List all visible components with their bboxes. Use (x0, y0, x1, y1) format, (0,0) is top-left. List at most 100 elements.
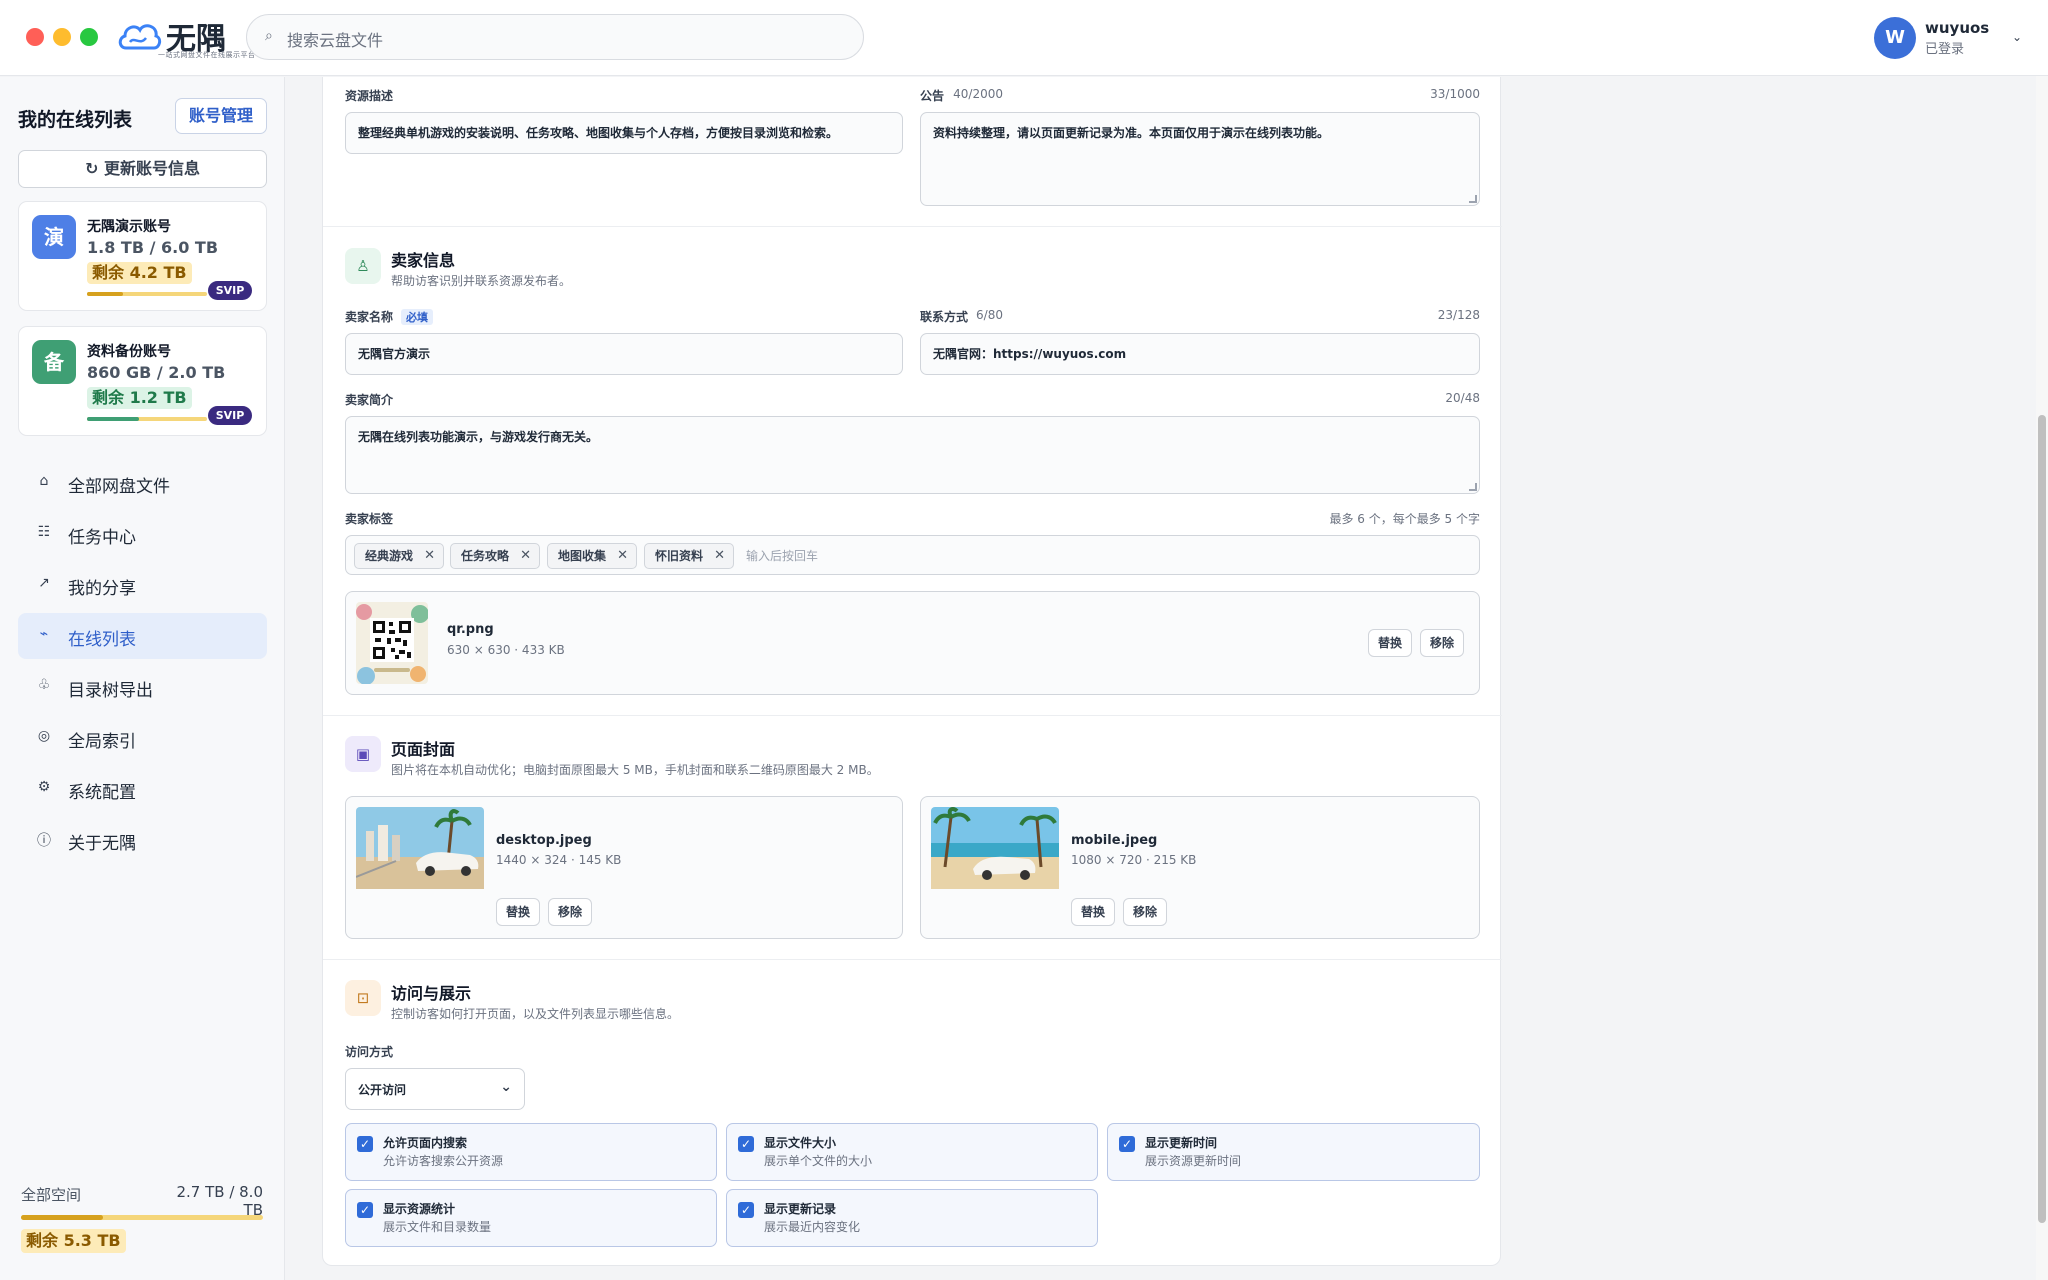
checkbox-checked-icon[interactable]: ✓ (357, 1136, 373, 1152)
mobile-replace-button[interactable]: 替换 (1071, 898, 1115, 926)
qr-remove-button[interactable]: 移除 (1420, 629, 1464, 657)
tag-chip: 经典游戏 ✕ (354, 543, 444, 569)
qr-replace-button[interactable]: 替换 (1368, 629, 1412, 657)
option-show-file-size[interactable]: ✓ 显示文件大小展示单个文件的大小 (726, 1123, 1098, 1181)
scrollbar-thumb[interactable] (2038, 415, 2046, 1223)
refresh-account-button[interactable]: ↻ 更新账号信息 (18, 150, 267, 188)
checkbox-checked-icon[interactable]: ✓ (738, 1136, 754, 1152)
desc-input[interactable]: 整理经典单机游戏的安装说明、任务攻略、地图收集与个人存档，方便按目录浏览和检索。 (345, 112, 903, 154)
option-show-changelog[interactable]: ✓ 显示更新记录展示最近内容变化 (726, 1189, 1098, 1247)
resize-handle-icon[interactable] (1469, 483, 1477, 491)
avatar[interactable]: W (1874, 17, 1916, 59)
option-title: 显示文件大小 (764, 1136, 837, 1150)
storage-bar (21, 1215, 263, 1220)
tag-label: 地图收集 (558, 549, 607, 563)
nav-system-config[interactable]: ⚙ 系统配置 (18, 766, 267, 812)
account-usage-fill (87, 292, 123, 296)
nav-all-files[interactable]: ⌂ 全部网盘文件 (18, 460, 267, 506)
svip-badge: SVIP (208, 281, 252, 300)
account-card[interactable]: 演 无隅演示账号 1.8 TB / 6.0 TB 剩余 4.2 TB SVIP (18, 201, 267, 311)
desktop-remove-button[interactable]: 移除 (548, 898, 592, 926)
desc-label: 资源描述 (345, 89, 394, 103)
list-icon: ☷ (37, 524, 51, 540)
window-minimize-button[interactable] (53, 28, 71, 46)
seller-intro-count: 20/48 (1445, 391, 1480, 405)
close-icon[interactable]: ✕ (424, 544, 435, 568)
nav-about[interactable]: ⓘ 关于无隅 (18, 817, 267, 863)
nav-task-center[interactable]: ☷ 任务中心 (18, 511, 267, 557)
online-list-icon: ⌁ (39, 626, 49, 642)
tag-label: 任务攻略 (461, 549, 510, 563)
tag-chip: 地图收集 ✕ (547, 543, 637, 569)
mobile-file-name: mobile.jpeg (1071, 833, 1158, 848)
contact-input[interactable]: 无隅官网：https://wuyuos.com (920, 333, 1480, 375)
index-icon: ◎ (37, 728, 51, 744)
seller-intro-textarea[interactable]: 无隅在线列表功能演示，与游戏发行商无关。 (345, 416, 1480, 494)
cover-section-title: 页面封面 (391, 740, 456, 759)
search-icon: ⌕ (265, 28, 273, 44)
section-divider (323, 226, 1502, 227)
gear-icon: ⚙ (37, 779, 51, 795)
desktop-cover-thumbnail (356, 807, 484, 889)
storage-remaining: 剩余 5.3 TB (21, 1229, 126, 1253)
seller-name-input[interactable]: 无隅官方演示 (345, 333, 903, 375)
nav-global-index[interactable]: ◎ 全局索引 (18, 715, 267, 761)
tags-input[interactable]: 经典游戏 ✕ 任务攻略 ✕ 地图收集 ✕ 怀旧资料 ✕ 输入后按回车 (345, 535, 1480, 575)
desktop-replace-button[interactable]: 替换 (496, 898, 540, 926)
app-tagline: 一站式网盘文件在线展示平台 (158, 51, 256, 59)
window-close-button[interactable] (26, 28, 44, 46)
option-subtitle: 允许访客搜索公开资源 (383, 1154, 504, 1168)
option-title: 显示更新记录 (764, 1202, 837, 1216)
qr-file-name: qr.png (447, 622, 494, 637)
chevron-down-icon: ⌄ (500, 1079, 512, 1095)
seller-section-title: 卖家信息 (391, 251, 456, 270)
account-avatar: 备 (32, 340, 76, 384)
close-icon[interactable]: ✕ (520, 544, 531, 568)
option-subtitle: 展示单个文件的大小 (764, 1154, 873, 1168)
seller-intro-label: 卖家简介 (345, 393, 394, 407)
account-usage-bar (87, 417, 207, 421)
user-icon: ♙ (345, 248, 381, 284)
nav-label: 关于无隅 (68, 834, 136, 854)
search-input[interactable]: ⌕ 搜索云盘文件 (246, 14, 864, 60)
option-show-update-time[interactable]: ✓ 显示更新时间 展示资源更新时间 (1107, 1123, 1480, 1181)
notice-textarea[interactable]: 资料持续整理，请以页面更新记录为准。本页面仅用于演示在线列表功能。 (920, 112, 1480, 206)
checkbox-checked-icon[interactable]: ✓ (357, 1202, 373, 1218)
user-name[interactable]: wuyuos (1925, 19, 1989, 37)
option-subtitle: 展示最近内容变化 (764, 1220, 861, 1234)
mobile-cover-card: mobile.jpeg 1080 × 720 · 215 KB 替换 移除 (920, 796, 1480, 939)
access-mode-select[interactable]: 公开访问 ⌄ (345, 1068, 525, 1110)
option-show-stats[interactable]: ✓ 显示资源统计展示文件和目录数量 (345, 1189, 717, 1247)
option-allow-search[interactable]: ✓ 允许页面内搜索 允许访客搜索公开资源 (345, 1123, 717, 1181)
account-card[interactable]: 备 资料备份账号 860 GB / 2.0 TB 剩余 1.2 TB SVIP (18, 326, 267, 436)
access-mode-value: 公开访问 (358, 1083, 407, 1097)
tag-chip: 怀旧资料 ✕ (644, 543, 734, 569)
user-status: 已登录 (1925, 42, 1965, 57)
access-section-subtitle: 控制访客如何打开页面，以及文件列表显示哪些信息。 (391, 1007, 680, 1021)
checkbox-checked-icon[interactable]: ✓ (1119, 1136, 1135, 1152)
account-usage-fill (87, 417, 139, 421)
close-icon[interactable]: ✕ (617, 544, 628, 568)
seller-intro-text: 无隅在线列表功能演示，与游戏发行商无关。 (358, 430, 599, 444)
option-subtitle: 展示文件和目录数量 (383, 1220, 492, 1234)
image-icon: ▣ (345, 736, 381, 772)
resize-handle-icon[interactable] (1469, 195, 1477, 203)
checkbox-checked-icon[interactable]: ✓ (738, 1202, 754, 1218)
chevron-down-icon[interactable]: ⌄ (2012, 30, 2022, 44)
account-capacity: 860 GB / 2.0 TB (87, 363, 226, 382)
nav-my-shares[interactable]: ↗ 我的分享 (18, 562, 267, 608)
account-manage-button[interactable]: 账号管理 (175, 98, 267, 134)
window-maximize-button[interactable] (80, 28, 98, 46)
option-title: 显示资源统计 (383, 1202, 456, 1216)
account-remaining: 剩余 4.2 TB (87, 262, 192, 284)
account-remaining: 剩余 1.2 TB (87, 387, 192, 409)
info-icon: ⓘ (37, 833, 51, 849)
mobile-remove-button[interactable]: 移除 (1123, 898, 1167, 926)
tag-input-placeholder[interactable]: 输入后按回车 (746, 547, 818, 564)
contact-label: 联系方式 (920, 310, 969, 324)
storage-label: 全部空间 (21, 1186, 82, 1204)
close-icon[interactable]: ✕ (714, 544, 725, 568)
nav-tree-export[interactable]: ♧ 目录树导出 (18, 664, 267, 710)
mobile-cover-thumbnail (931, 807, 1059, 889)
nav-online-list[interactable]: ⌁ 在线列表 (18, 613, 267, 659)
